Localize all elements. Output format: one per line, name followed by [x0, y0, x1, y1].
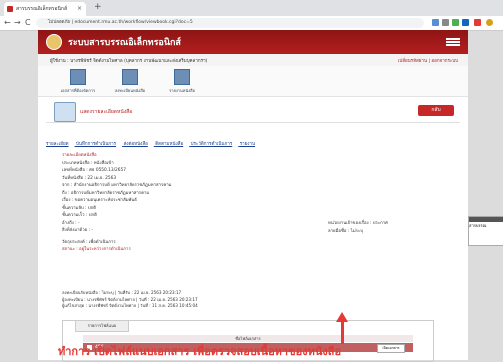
module-toolbar: เอกสารที่ต้องจัดการ ลงทะเบียนหนังสือ ราย…	[38, 66, 468, 97]
tab-tracking[interactable]: ติดตามหนังสือ	[155, 142, 183, 147]
new-tab-button[interactable]: +	[94, 2, 102, 12]
favicon-icon	[7, 6, 13, 12]
extension-icon[interactable]	[474, 19, 481, 26]
register-document-button[interactable]: ลงทะเบียนหนังสือ	[110, 69, 150, 94]
inbox-icon	[70, 69, 86, 85]
site-banner: ระบบสารบรรณอิเล็กทรอนิกส์	[38, 30, 468, 54]
detail-line: สิ่งที่ส่งมาด้วย : -	[62, 228, 93, 233]
document-detail: รายละเอียดหนังสือ ประเภทหนังสือ : หนังสื…	[62, 152, 452, 254]
section-title: แสดงรายละเอียดหนังสือ	[80, 109, 133, 115]
detail-heading: รายละเอียดหนังสือ	[62, 153, 97, 158]
browser-tab-bar: สารบรรณอิเล็กทรอนิกส์ × +	[0, 0, 503, 16]
hamburger-menu-icon[interactable]	[446, 38, 460, 46]
reload-icon[interactable]: C	[25, 18, 31, 27]
report-button[interactable]: รายงานหนังสือ	[162, 69, 202, 94]
detail-right-column: หน่วยงานเจ้าของเรื่อง : ประกาศ ลายมือชื่…	[328, 220, 388, 235]
detail-line: จาก : สำนักงานอธิการบดี มหาวิทยาลัยราชภั…	[62, 183, 172, 188]
background-window-label: สารบรรณ	[469, 223, 487, 228]
back-arrow-icon[interactable]: ←	[4, 18, 11, 27]
account-links[interactable]: เปลี่ยนรหัสผ่าน | ออกจากระบบ	[398, 57, 458, 64]
tab-detail[interactable]: รายละเอียด	[46, 142, 69, 147]
detail-line: ประเภทหนังสือ : หนังสือเข้า	[62, 160, 114, 166]
detail-line: ลายมือชื่อ : ไม่ระบุ	[328, 228, 363, 234]
tab-report[interactable]: รายงาน	[240, 142, 255, 147]
extension-icon[interactable]	[462, 19, 469, 26]
browser-tab[interactable]: สารบรรณอิเล็กทรอนิกส์ ×	[4, 2, 86, 16]
extension-icon[interactable]	[432, 19, 439, 26]
current-user: ผู้ใช้งาน : นางรพีพัชร์ จิตต์งามไพศาล (บ…	[50, 59, 208, 64]
detail-line: ถึง : อธิการบดีมหาวิทยาลัยราชภัฏมหาสารคา…	[62, 190, 150, 196]
detail-line: วันที่หนังสือ : 22 เม.ย. 2563	[62, 175, 117, 181]
report-icon	[174, 69, 190, 85]
section-header: แสดงรายละเอียดหนังสือ กลับ	[46, 102, 460, 123]
register-icon	[122, 69, 138, 85]
university-logo-icon	[46, 34, 62, 50]
detail-status: สถานะ : อยู่ในระหว่างการดำเนินการ	[62, 247, 131, 252]
attachments-header: ชื่อไฟล์เอกสาร	[83, 335, 413, 342]
browser-tab-title: สารบรรณอิเล็กทรอนิกส์	[16, 6, 68, 12]
forward-arrow-icon[interactable]: →	[14, 18, 21, 27]
back-button[interactable]: กลับ	[418, 105, 454, 116]
close-tab-icon[interactable]: ×	[77, 5, 82, 12]
meta-line: ผู้แก้ไขล่าสุด : นางรพีพัชร์ จิตต์งามไพศ…	[62, 303, 198, 308]
document-meta: ลงทะเบียนรับหนังสือ : ไม่ระบุ | วันที่รั…	[62, 290, 452, 310]
banner-title: ระบบสารบรรณอิเล็กทรอนิกส์	[68, 38, 181, 48]
detail-line: เลขที่หนังสือ : ศธ 0550.13/2657	[62, 168, 126, 173]
detail-line: เรื่อง : ขอความอนุเคราะห์ประชาสัมพันธ์	[62, 198, 137, 203]
background-window: สารบรรณ	[468, 216, 503, 246]
arrow-stem	[341, 320, 344, 344]
detail-line: ชั้นความลับ : ปกติ	[62, 205, 97, 211]
document-tabs: รายละเอียด บันทึกการดำเนินการ ส่งต่อหนัง…	[46, 140, 460, 148]
bookmark-icon[interactable]	[442, 19, 449, 26]
tab-actions[interactable]: บันทึกการดำเนินการ	[76, 142, 116, 147]
profile-avatar-icon[interactable]	[486, 19, 493, 26]
detail-purpose: วัตถุประสงค์ : เพื่อดำเนินการ	[62, 239, 116, 245]
tool-label: ลงทะเบียนหนังสือ	[114, 88, 146, 93]
tab-forward[interactable]: ส่งต่อหนังสือ	[124, 142, 148, 147]
address-bar-row: ← → C ไม่ปลอดภัย | edocument.rmu.ac.th/w…	[0, 16, 503, 31]
document-search-icon	[54, 102, 76, 122]
tab-history[interactable]: ประวัติการดำเนินการ	[191, 142, 233, 147]
detail-line: อ้างถึง : -	[62, 220, 80, 226]
extension-icon[interactable]	[452, 19, 459, 26]
detail-line: หน่วยงานเจ้าของเรื่อง : ประกาศ	[328, 221, 388, 226]
tool-label: เอกสารที่ต้องจัดการ	[60, 88, 96, 93]
web-page: ระบบสารบรรณอิเล็กทรอนิกส์ ผู้ใช้งาน : นา…	[38, 30, 468, 362]
attachments-tab[interactable]: รายการไฟล์แนบ	[75, 320, 129, 332]
address-bar[interactable]: ไม่ปลอดภัย | edocument.rmu.ac.th/workflo…	[36, 18, 424, 28]
instruction-caption: ทำการ เปิดไฟล์แนบเอกสาร เพื่อตรวจสอบเนื้…	[58, 345, 342, 358]
pending-documents-button[interactable]: เอกสารที่ต้องจัดการ	[58, 69, 98, 94]
tool-label: รายงานหนังสือ	[169, 88, 195, 93]
detail-line: ชั้นความเร็ว : ปกติ	[62, 213, 97, 218]
